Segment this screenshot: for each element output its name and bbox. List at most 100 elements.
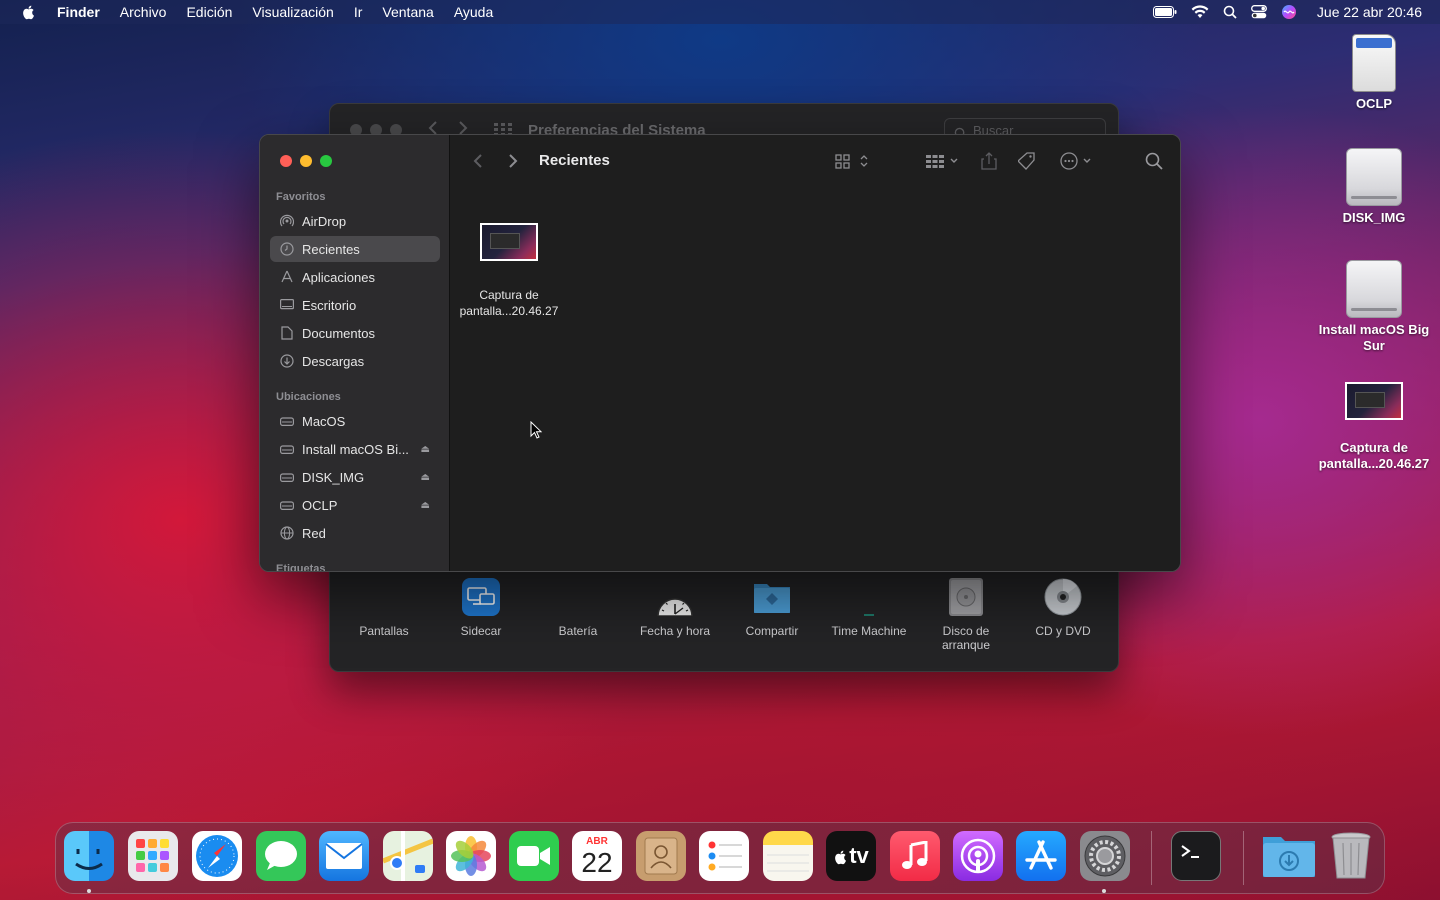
dock-contacts-icon[interactable] — [636, 831, 686, 881]
document-icon — [280, 326, 294, 340]
dock-tv-icon[interactable]: tv — [826, 831, 876, 881]
battery-icon[interactable] — [1152, 6, 1177, 18]
control-center-icon[interactable] — [1250, 5, 1267, 19]
pref-pane-disco-arranque[interactable]: Disco de arranque — [921, 578, 1011, 652]
desktop-icon-label: Captura de pantalla...20.46.27 — [1318, 440, 1430, 471]
screenshot-file-icon — [480, 223, 538, 261]
dock-downloads-folder-icon[interactable] — [1261, 831, 1317, 881]
sidebar-item-documentos[interactable]: Documentos — [270, 320, 440, 346]
dock-separator — [1243, 831, 1244, 885]
menu-bar: Finder Archivo Edición Visualización Ir … — [0, 0, 1440, 24]
dock-music-icon[interactable] — [890, 831, 940, 881]
drive-icon — [280, 414, 294, 428]
close-button[interactable] — [280, 155, 292, 167]
dock-system-preferences-icon[interactable] — [1080, 831, 1130, 881]
dock-finder-icon[interactable] — [64, 831, 114, 881]
sidebar-item-red[interactable]: Red — [270, 520, 440, 546]
share-icon[interactable] — [981, 150, 997, 172]
pref-pane-label: Compartir — [745, 624, 799, 638]
dock-app-store-icon[interactable] — [1016, 831, 1066, 881]
airdrop-icon — [280, 214, 294, 228]
dock-trash-icon[interactable] — [1326, 831, 1376, 881]
dock-calendar-icon[interactable]: ABR 22 — [572, 831, 622, 881]
pref-pane-sidecar[interactable]: Sidecar — [436, 578, 526, 638]
sidebar-item-install-macos[interactable]: Install macOS Bi... ⏏ — [270, 436, 440, 462]
file-item[interactable]: Captura de pantalla...20.46.27 — [451, 223, 567, 319]
pref-pane-label: Sidecar — [460, 624, 502, 638]
desktop-icon-oclp[interactable]: OCLP — [1314, 34, 1434, 112]
sidebar-item-escritorio[interactable]: Escritorio — [270, 292, 440, 318]
dock-maps-icon[interactable] — [383, 831, 433, 881]
pref-pane-pantallas[interactable]: Pantallas — [339, 578, 429, 638]
sidebar-item-disk-img[interactable]: DISK_IMG ⏏ — [270, 464, 440, 490]
calendar-day: 22 — [581, 847, 613, 878]
minimize-button[interactable] — [300, 155, 312, 167]
dock-photos-icon[interactable] — [446, 831, 496, 881]
dock-terminal-icon[interactable] — [1171, 831, 1221, 881]
sidebar-item-label: Red — [302, 525, 326, 541]
running-indicator — [87, 889, 91, 893]
pref-pane-cd-dvd[interactable]: CD y DVD — [1018, 578, 1108, 638]
dock-safari-icon[interactable] — [192, 831, 242, 881]
eject-icon[interactable]: ⏏ — [421, 444, 430, 455]
siri-icon[interactable] — [1281, 4, 1297, 20]
sidebar-item-label: OCLP — [302, 497, 338, 513]
menu-archivo[interactable]: Archivo — [120, 4, 167, 20]
dock-facetime-icon[interactable] — [509, 831, 559, 881]
display-icon — [365, 578, 403, 616]
menu-visualizacion[interactable]: Visualización — [252, 4, 333, 20]
desktop-icon-screenshot[interactable]: Captura de pantalla...20.46.27 — [1314, 382, 1434, 472]
wifi-icon[interactable] — [1191, 5, 1209, 19]
sidebar-item-oclp[interactable]: OCLP ⏏ — [270, 492, 440, 518]
dock-launchpad-icon[interactable] — [128, 831, 178, 881]
startup-disk-icon — [947, 578, 985, 616]
desktop-icon-label: DISK_IMG — [1342, 210, 1406, 225]
sidebar-item-label: DISK_IMG — [302, 469, 365, 485]
menu-app-name[interactable]: Finder — [57, 4, 100, 20]
pref-pane-time-machine[interactable]: Time Machine — [824, 578, 914, 638]
apple-logo-icon — [835, 850, 847, 865]
tag-icon[interactable] — [1018, 150, 1036, 172]
back-button[interactable] — [473, 150, 483, 172]
pref-pane-label: Time Machine — [831, 624, 907, 638]
dock-mail-icon[interactable] — [319, 831, 369, 881]
pref-pane-fecha-hora[interactable]: Fecha y hora — [630, 578, 720, 638]
forward-button[interactable] — [508, 150, 518, 172]
menu-clock[interactable]: Jue 22 abr 20:46 — [1317, 4, 1422, 20]
dock-messages-icon[interactable] — [256, 831, 306, 881]
more-actions-icon[interactable] — [1060, 150, 1094, 172]
eject-icon[interactable]: ⏏ — [421, 500, 430, 511]
sidebar-item-recientes[interactable]: Recientes — [270, 236, 440, 262]
sidebar-item-aplicaciones[interactable]: Aplicaciones — [270, 264, 440, 290]
menu-ir[interactable]: Ir — [354, 4, 363, 20]
apple-logo-icon[interactable] — [21, 4, 37, 20]
pref-pane-compartir[interactable]: Compartir — [727, 578, 817, 638]
sidebar-item-macos[interactable]: MacOS — [270, 408, 440, 434]
eject-icon[interactable]: ⏏ — [421, 472, 430, 483]
sidebar-item-label: MacOS — [302, 413, 346, 429]
desktop-icon-install-macos[interactable]: Install macOS Big Sur — [1314, 260, 1434, 354]
view-mode-icon[interactable] — [835, 150, 871, 172]
search-icon[interactable] — [1145, 150, 1163, 172]
sidebar-item-descargas[interactable]: Descargas — [270, 348, 440, 374]
pref-pane-label: Batería — [558, 624, 598, 638]
dock: ABR 22 tv — [55, 822, 1385, 894]
spotlight-icon[interactable] — [1223, 5, 1237, 19]
time-machine-icon — [850, 578, 888, 616]
desktop-icon-disk-img[interactable]: DISK_IMG — [1314, 148, 1434, 226]
zoom-button[interactable] — [320, 155, 332, 167]
sidebar-item-label: Recientes — [302, 241, 360, 257]
group-by-icon[interactable] — [925, 150, 961, 172]
cd-dvd-icon — [1044, 578, 1082, 616]
dock-notes-icon[interactable] — [763, 831, 813, 881]
sd-card-icon — [1352, 34, 1396, 92]
menu-ayuda[interactable]: Ayuda — [454, 4, 493, 20]
dock-podcasts-icon[interactable] — [953, 831, 1003, 881]
menu-edicion[interactable]: Edición — [186, 4, 232, 20]
pref-pane-bateria[interactable]: Batería — [533, 578, 623, 638]
finder-content[interactable]: Recientes Captura de pantalla...20.46.27 — [451, 135, 1180, 571]
finder-window[interactable]: Favoritos AirDrop Recientes Aplicaciones… — [259, 134, 1181, 572]
dock-reminders-icon[interactable] — [699, 831, 749, 881]
sidebar-item-airdrop[interactable]: AirDrop — [270, 208, 440, 234]
menu-ventana[interactable]: Ventana — [382, 4, 433, 20]
